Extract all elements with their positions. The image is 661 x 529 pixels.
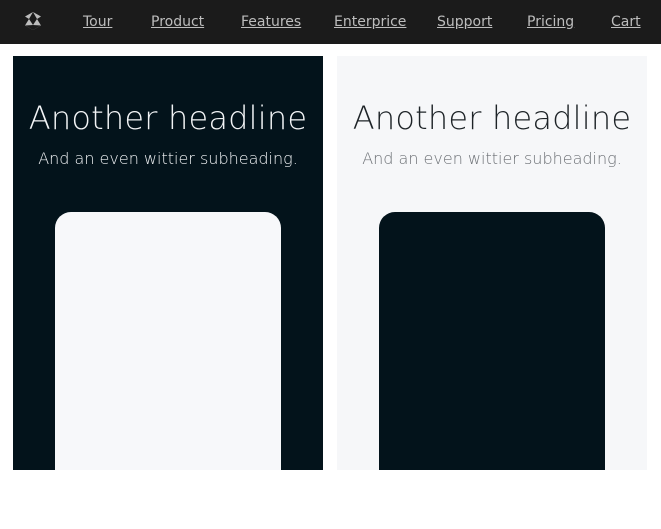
light-device-mockup [55,212,281,470]
nav-links: Tour Product Features Enterprice Support… [0,0,661,44]
light-panel-headline: Another headline [352,99,632,137]
nav-link-enterprice[interactable]: Enterprice [334,14,406,30]
nav-link-cart[interactable]: Cart [611,14,641,30]
nav-link-tour[interactable]: Tour [83,14,112,30]
nav-link-features[interactable]: Features [241,14,301,30]
top-navigation-bar: Tour Product Features Enterprice Support… [0,0,661,44]
dark-panel-headline: Another headline [28,99,308,137]
nav-link-product[interactable]: Product [151,14,204,30]
dark-panel-subheading: And an even wittier subheading. [38,149,298,168]
nav-link-support[interactable]: Support [437,14,492,30]
dark-feature-panel: Another headline And an even wittier sub… [13,56,323,470]
nav-link-pricing[interactable]: Pricing [527,14,574,30]
dark-device-mockup [379,212,605,470]
light-panel-subheading: And an even wittier subheading. [362,149,622,168]
light-feature-panel: Another headline And an even wittier sub… [337,56,647,470]
